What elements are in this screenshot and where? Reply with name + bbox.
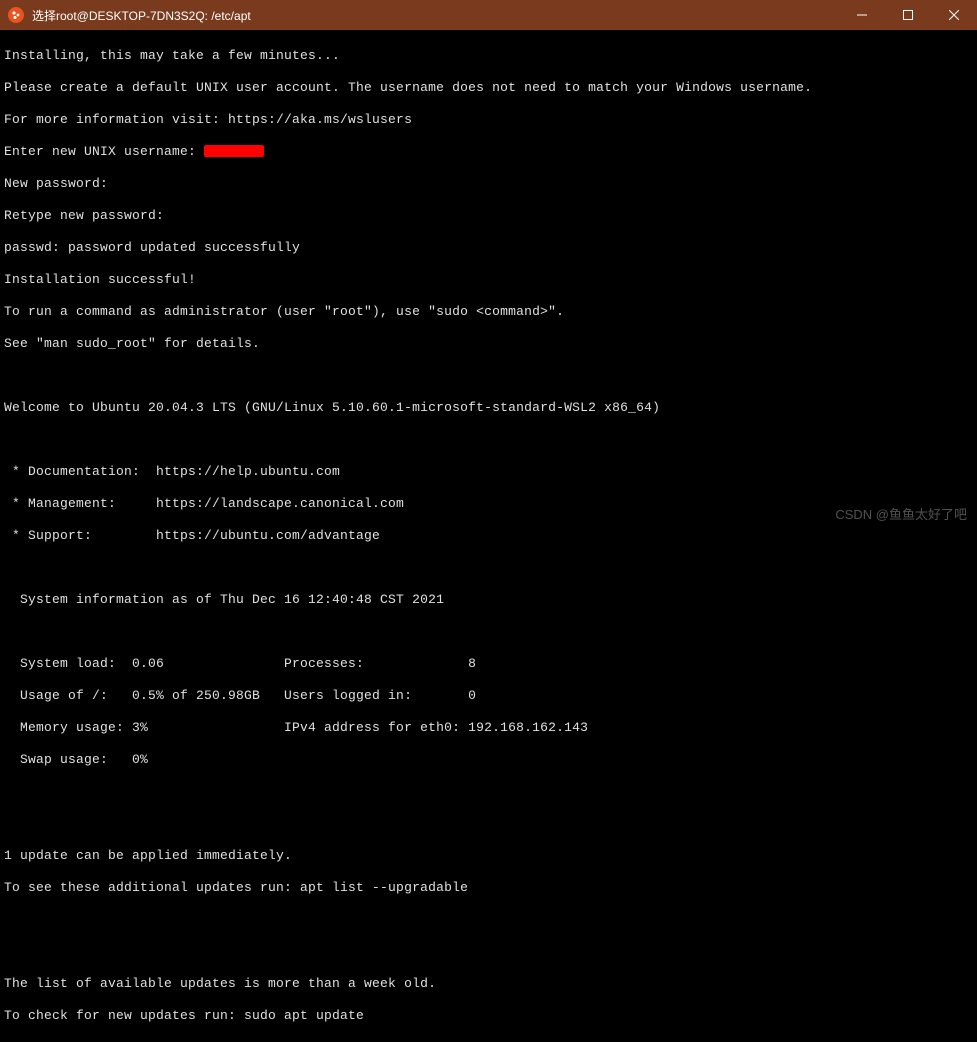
terminal-line: To run a command as administrator (user … [4,304,973,320]
terminal-line: * Support: https://ubuntu.com/advantage [4,528,973,544]
watermark: CSDN @鱼鱼太好了吧 [835,504,967,523]
maximize-icon [903,10,913,20]
window-controls [839,0,977,30]
redacted-username [204,145,264,157]
close-icon [949,10,959,20]
maximize-button[interactable] [885,0,931,30]
terminal-line: passwd: password updated successfully [4,240,973,256]
terminal-line: System information as of Thu Dec 16 12:4… [4,592,973,608]
terminal-line [4,784,973,800]
terminal-output[interactable]: Installing, this may take a few minutes.… [0,30,977,1042]
terminal-line: Memory usage: 3% IPv4 address for eth0: … [4,720,973,736]
username-prompt: Enter new UNIX username: [4,144,204,159]
minimize-icon [857,10,867,20]
terminal-line: Please create a default UNIX user accoun… [4,80,973,96]
terminal-line: Installing, this may take a few minutes.… [4,48,973,64]
ubuntu-icon [8,7,24,23]
terminal-line: Retype new password: [4,208,973,224]
close-button[interactable] [931,0,977,30]
terminal-line: * Documentation: https://help.ubuntu.com [4,464,973,480]
window-title: 选择root@DESKTOP-7DN3S2Q: /etc/apt [32,7,839,24]
terminal-line: Welcome to Ubuntu 20.04.3 LTS (GNU/Linux… [4,400,973,416]
terminal-line [4,560,973,576]
terminal-line [4,624,973,640]
terminal-line: See "man sudo_root" for details. [4,336,973,352]
terminal-line: Installation successful! [4,272,973,288]
terminal-line: 1 update can be applied immediately. [4,848,973,864]
terminal-line [4,944,973,960]
terminal-line: Swap usage: 0% [4,752,973,768]
terminal-line [4,912,973,928]
terminal-line: System load: 0.06 Processes: 8 [4,656,973,672]
terminal-line [4,432,973,448]
terminal-line [4,368,973,384]
minimize-button[interactable] [839,0,885,30]
terminal-line: Usage of /: 0.5% of 250.98GB Users logge… [4,688,973,704]
terminal-line: Enter new UNIX username: [4,144,973,160]
terminal-line: New password: [4,176,973,192]
terminal-line: To see these additional updates run: apt… [4,880,973,896]
terminal-line: The list of available updates is more th… [4,976,973,992]
window-titlebar: 选择root@DESKTOP-7DN3S2Q: /etc/apt [0,0,977,30]
terminal-line: For more information visit: https://aka.… [4,112,973,128]
terminal-line: To check for new updates run: sudo apt u… [4,1008,973,1024]
terminal-line [4,816,973,832]
terminal-line: * Management: https://landscape.canonica… [4,496,973,512]
